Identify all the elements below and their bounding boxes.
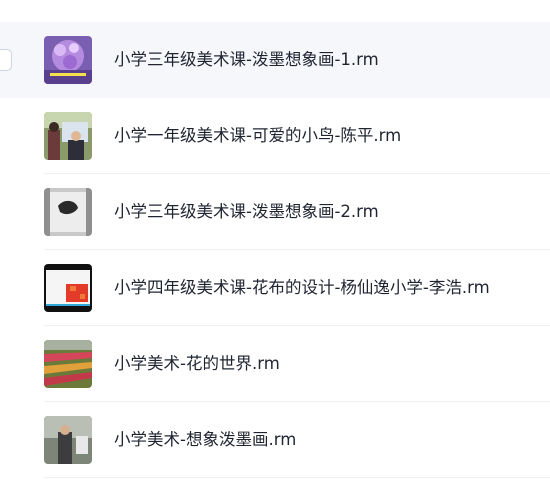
- row-checkbox[interactable]: [0, 49, 12, 71]
- file-list: 小学三年级美术课-泼墨想象画-1.rm 小学一年级美术课-可爱的小鸟-陈平.rm: [0, 22, 550, 478]
- file-name: 小学美术-花的世界.rm: [114, 354, 280, 373]
- teacher-video-thumbnail-icon: [44, 416, 92, 464]
- file-row[interactable]: 小学美术-想象泼墨画.rm: [0, 402, 550, 478]
- file-row[interactable]: 小学三年级美术课-泼墨想象画-2.rm: [0, 174, 550, 250]
- file-name: 小学美术-想象泼墨画.rm: [114, 430, 297, 449]
- row-divider: [44, 477, 550, 478]
- file-name: 小学一年级美术课-可爱的小鸟-陈平.rm: [114, 126, 402, 145]
- file-name: 小学四年级美术课-花布的设计-杨仙逸小学-李浩.rm: [114, 278, 490, 297]
- flower-field-video-thumbnail-icon: [44, 340, 92, 388]
- fabric-design-video-thumbnail-icon: [44, 264, 92, 312]
- file-row[interactable]: 小学三年级美术课-泼墨想象画-1.rm: [0, 22, 550, 98]
- file-row[interactable]: 小学一年级美术课-可爱的小鸟-陈平.rm: [0, 98, 550, 174]
- file-name: 小学三年级美术课-泼墨想象画-1.rm: [114, 50, 379, 69]
- ink-painting-video-thumbnail-icon: [44, 188, 92, 236]
- classroom-video-thumbnail-icon: [44, 112, 92, 160]
- file-row[interactable]: 小学四年级美术课-花布的设计-杨仙逸小学-李浩.rm: [0, 250, 550, 326]
- purple-flower-video-thumbnail-icon: [44, 36, 92, 84]
- file-name: 小学三年级美术课-泼墨想象画-2.rm: [114, 202, 379, 221]
- file-row[interactable]: 小学美术-花的世界.rm: [0, 326, 550, 402]
